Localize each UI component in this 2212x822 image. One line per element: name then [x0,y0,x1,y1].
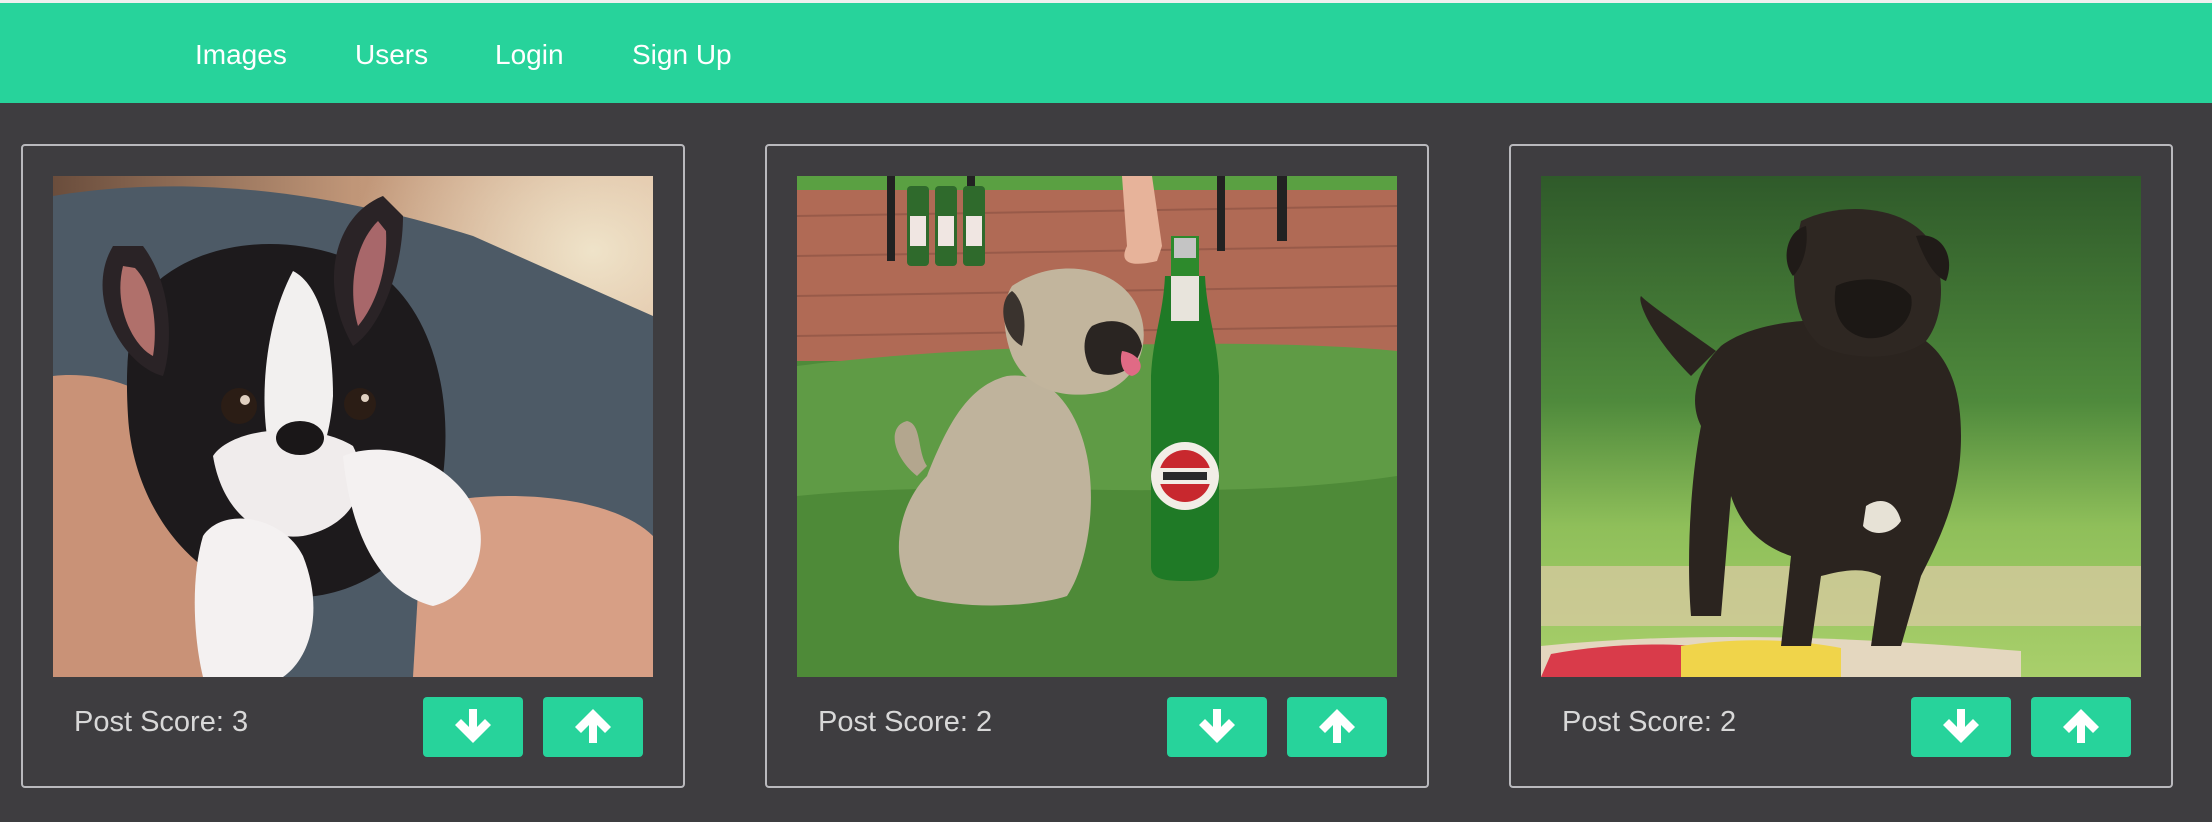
boston-terrier-puppy-photo [53,176,653,677]
post-image[interactable] [797,176,1397,677]
post-score: Post Score: 2 [1562,706,1737,738]
nav-link-login[interactable]: Login [495,37,564,73]
nav-link-users[interactable]: Users [355,37,428,73]
arrow-up-icon [1319,709,1355,743]
post-card: Post Score: 2 [765,144,1429,788]
arrow-up-icon [2063,709,2099,743]
post-image[interactable] [1541,176,2141,677]
brindle-puppy-on-grass-photo [1541,176,2141,677]
arrow-down-icon [455,709,491,743]
upvote-button[interactable] [1287,697,1387,757]
arrow-down-icon [1943,709,1979,743]
post-score: Post Score: 3 [74,706,249,738]
arrow-down-icon [1199,709,1235,743]
post-card: Post Score: 3 [21,144,685,788]
arrow-up-icon [575,709,611,743]
upvote-button[interactable] [543,697,643,757]
downvote-button[interactable] [1911,697,2011,757]
post-score: Post Score: 2 [818,706,993,738]
downvote-button[interactable] [423,697,523,757]
upvote-button[interactable] [2031,697,2131,757]
post-card: Post Score: 2 [1509,144,2173,788]
post-image[interactable] [53,176,653,677]
pug-puppy-with-beer-bottle-photo [797,176,1397,677]
nav-link-images[interactable]: Images [195,37,287,73]
navbar: Images Users Login Sign Up [0,3,2212,103]
nav-link-sign-up[interactable]: Sign Up [632,37,732,73]
downvote-button[interactable] [1167,697,1267,757]
